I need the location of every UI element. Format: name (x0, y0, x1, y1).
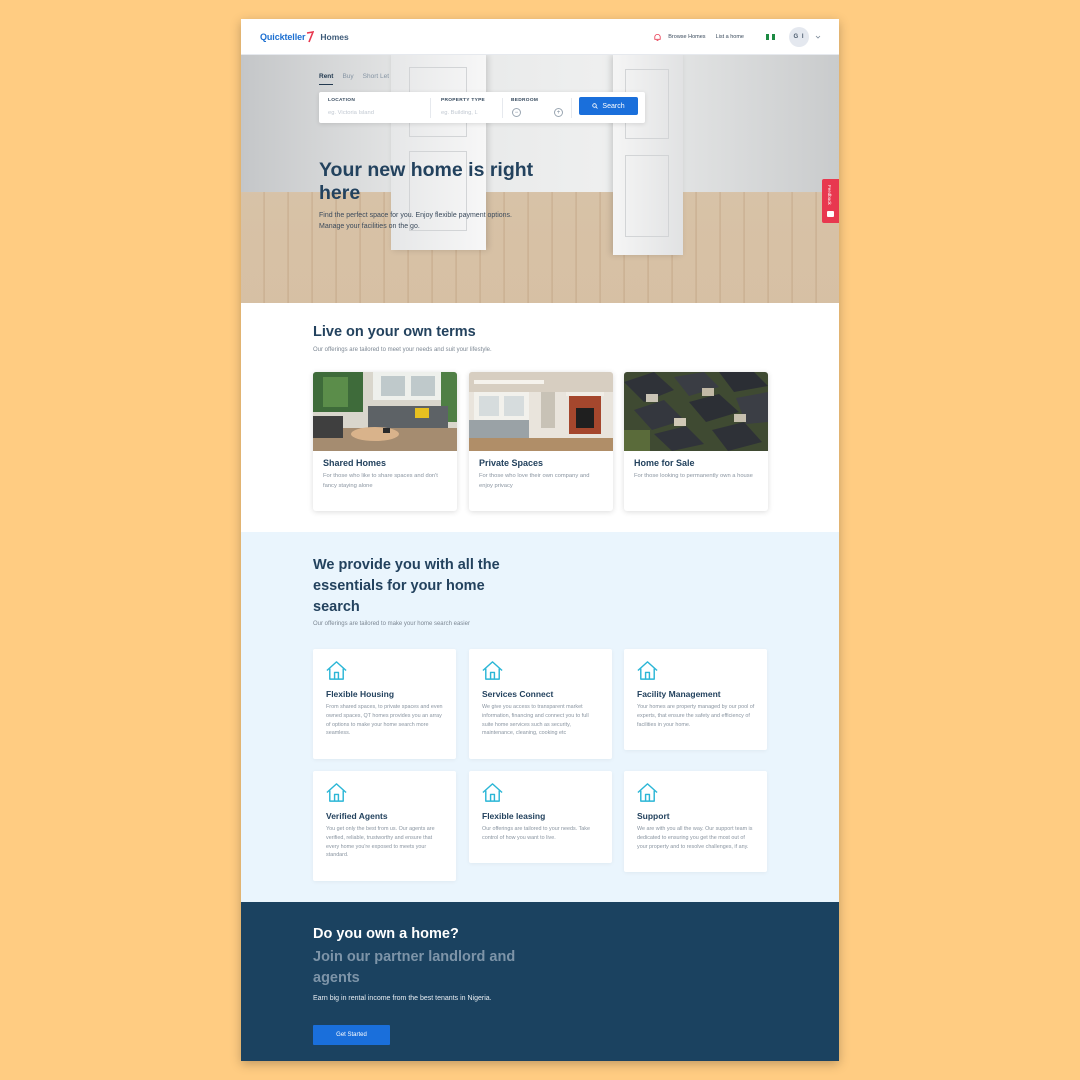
tab-short-let[interactable]: Short Let (363, 73, 389, 85)
list-a-home-link[interactable]: List a home (716, 34, 744, 40)
header-nav: Browse Homes List a home G I (653, 27, 821, 47)
property-type-label: PROPERTY TYPE (441, 98, 486, 103)
offering-card-private-spaces[interactable]: Private Spaces For those who love their … (469, 372, 613, 511)
location-field[interactable]: LOCATION eg. Victoria Island (328, 98, 428, 116)
feature-description: We give you access to transparent market… (482, 704, 589, 737)
private-spaces-image (469, 372, 613, 451)
feature-card-facility-management: Facility Management Your homes are prope… (624, 649, 767, 750)
bedroom-decrease-button[interactable]: − (512, 108, 521, 117)
card-description: For those who love their own company and… (479, 473, 590, 489)
house-icon (482, 661, 503, 680)
location-label: LOCATION (328, 98, 356, 103)
logo-product-text: Homes (320, 32, 349, 42)
card-title: Private Spaces (479, 458, 544, 468)
search-divider (571, 98, 572, 118)
card-title: Home for Sale (634, 458, 695, 468)
feature-title: Services Connect (482, 689, 554, 699)
hero-title: Your new home is right here (319, 159, 534, 204)
search-icon (592, 103, 599, 109)
feature-card-flexible-housing: Flexible Housing From shared spaces, to … (313, 649, 456, 759)
property-type-field[interactable]: PROPERTY TYPE eg. Building, L (441, 98, 501, 116)
logo-brand-text: Quickteller (260, 32, 306, 42)
listing-type-tabs: Rent Buy Short Let (319, 73, 398, 85)
property-type-input[interactable]: eg. Building, L (441, 110, 501, 116)
feature-card-verified-agents: Verified Agents You get only the best fr… (313, 771, 456, 881)
feature-title: Verified Agents (326, 811, 388, 821)
home-for-sale-image (624, 372, 768, 451)
offering-card-shared-homes[interactable]: Shared Homes For those who like to share… (313, 372, 457, 511)
offering-card-home-for-sale[interactable]: Home for Sale For those looking to perma… (624, 372, 768, 511)
feature-card-flexible-leasing: Flexible leasing Our offerings are tailo… (469, 771, 612, 863)
get-started-button[interactable]: Get Started (313, 1025, 390, 1045)
offerings-subtitle: Our offerings are tailored to meet your … (313, 347, 492, 353)
house-icon (482, 783, 503, 802)
search-divider (430, 98, 431, 118)
nigeria-flag-icon[interactable] (766, 34, 775, 40)
feature-title: Flexible Housing (326, 689, 395, 699)
browse-homes-link[interactable]: Browse Homes (668, 34, 705, 40)
search-divider (502, 98, 503, 118)
card-title: Shared Homes (323, 458, 387, 468)
house-icon (326, 783, 347, 802)
chevron-down-icon[interactable] (815, 34, 821, 40)
essentials-section: We provide you with all the essentials f… (241, 532, 839, 902)
search-button[interactable]: Search (579, 97, 638, 115)
house-icon (326, 661, 347, 680)
feedback-tab[interactable]: Feedback (822, 179, 839, 223)
hero-subtitle: Find the perfect space for you. Enjoy fl… (319, 212, 512, 230)
feedback-icon (827, 211, 834, 217)
feature-description: Your homes are property managed by our p… (637, 704, 755, 728)
tab-rent[interactable]: Rent (319, 73, 334, 85)
hero-door-right (613, 55, 683, 255)
hero-section: Rent Buy Short Let LOCATION eg. Victoria… (241, 55, 839, 303)
feature-description: From shared spaces, to private spaces an… (326, 704, 443, 737)
owner-cta-section: Do you own a home? Join our partner land… (241, 902, 839, 1061)
top-navigation-bar: Quickteller Homes Browse Homes List a ho… (241, 19, 839, 55)
essentials-subtitle: Our offerings are tailored to make your … (313, 621, 470, 627)
house-icon (637, 661, 658, 680)
search-button-label: Search (602, 102, 625, 110)
location-input[interactable]: eg. Victoria Island (328, 110, 428, 116)
bell-icon[interactable] (653, 33, 662, 42)
feature-title: Facility Management (637, 689, 721, 699)
feature-card-services-connect: Services Connect We give you access to t… (469, 649, 612, 759)
feature-description: Our offerings are tailored to your needs… (482, 826, 590, 841)
owner-cta-title: Do you own a home? (313, 926, 459, 942)
owner-cta-subtitle: Join our partner landlord and agents (313, 949, 516, 986)
essentials-title: We provide you with all the essentials f… (313, 557, 500, 615)
user-avatar[interactable]: G I (789, 27, 809, 47)
bedroom-label: BEDROOM (511, 98, 539, 103)
bedroom-increase-button[interactable]: + (554, 108, 563, 117)
card-description: For those who like to share spaces and d… (323, 473, 438, 489)
hero-background-floor (241, 192, 839, 303)
tab-buy[interactable]: Buy (342, 73, 353, 85)
website-page: Quickteller Homes Browse Homes List a ho… (241, 19, 839, 1061)
offerings-title: Live on your own terms (313, 324, 476, 340)
logo-mark-icon (307, 31, 315, 43)
card-description: For those looking to permanently own a h… (634, 473, 753, 479)
quickteller-homes-logo[interactable]: Quickteller Homes (260, 30, 349, 44)
owner-cta-text: Earn big in rental income from the best … (313, 995, 492, 1002)
shared-homes-image (313, 372, 457, 451)
feature-description: We are with you all the way. Our support… (637, 826, 753, 850)
feature-description: You get only the best from us. Our agent… (326, 826, 435, 859)
feature-title: Support (637, 811, 670, 821)
bedroom-field: BEDROOM (511, 98, 571, 103)
feature-title: Flexible leasing (482, 811, 546, 821)
feedback-label: Feedback (827, 185, 832, 205)
house-icon (637, 783, 658, 802)
feature-card-support: Support We are with you all the way. Our… (624, 771, 767, 872)
search-bar: LOCATION eg. Victoria Island PROPERTY TY… (319, 92, 645, 123)
